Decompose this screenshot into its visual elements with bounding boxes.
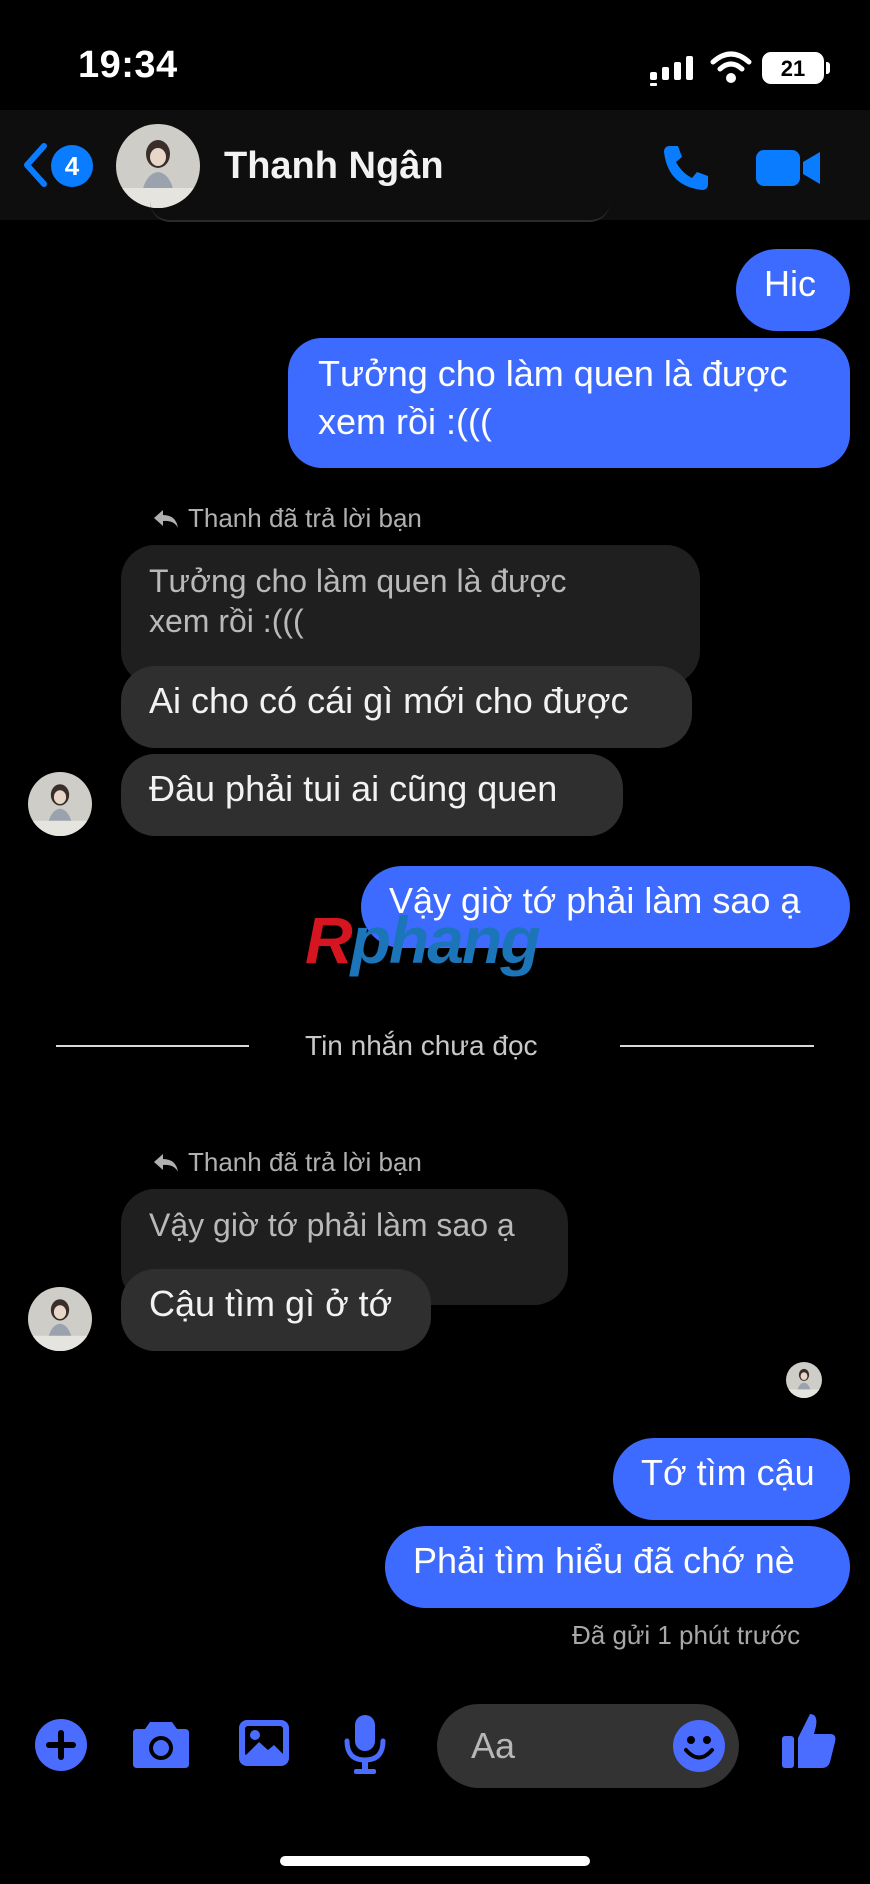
- avatar-photo-icon: [786, 1362, 822, 1398]
- reply-label: Thanh đã trả lời bạn: [152, 503, 422, 534]
- microphone-icon[interactable]: [342, 1713, 388, 1775]
- wifi-icon: [710, 51, 752, 83]
- home-indicator: [280, 1856, 590, 1866]
- message-text: Ai cho có cái gì mới cho được: [149, 680, 629, 721]
- sender-avatar[interactable]: [28, 772, 92, 836]
- camera-icon[interactable]: [132, 1718, 190, 1770]
- sent-status: Đã gửi 1 phút trước: [572, 1620, 801, 1650]
- divider-line-left: [56, 1045, 249, 1047]
- outgoing-message-bubble[interactable]: Phải tìm hiểu đã chớ nè: [385, 1526, 850, 1608]
- message-text: Tưởng cho làm quen là được: [318, 353, 788, 394]
- reply-arrow-icon: [154, 1154, 178, 1172]
- sender-avatar[interactable]: [28, 1287, 92, 1351]
- contact-avatar[interactable]: [116, 124, 200, 208]
- message-text: Cậu tìm gì ở tớ: [149, 1283, 393, 1324]
- image-icon[interactable]: [237, 1718, 291, 1768]
- phone-icon[interactable]: [660, 142, 712, 194]
- plus-icon[interactable]: [34, 1718, 88, 1772]
- message-text: Phải tìm hiểu đã chớ nè: [413, 1540, 795, 1581]
- incoming-message-bubble[interactable]: Ai cho có cái gì mới cho được: [121, 666, 692, 748]
- message-text: Đâu phải tui ai cũng quen: [149, 768, 558, 809]
- quoted-message[interactable]: Tưởng cho làm quen là được xem rồi :(((: [121, 545, 700, 685]
- outgoing-message-bubble[interactable]: Tưởng cho làm quen là được xem rồi :(((: [288, 338, 850, 468]
- video-camera-icon[interactable]: [756, 148, 822, 188]
- avatar-photo-icon: [28, 772, 92, 836]
- watermark-logo: Rphang: [305, 903, 541, 977]
- cellular-signal-icon: [650, 56, 693, 86]
- unread-divider-label: Tin nhắn chưa đọc: [305, 1030, 538, 1061]
- outgoing-message-bubble[interactable]: Hic: [736, 249, 850, 331]
- battery-cap: [826, 62, 830, 74]
- status-time: 19:34: [78, 44, 178, 86]
- scrolled-bubble-edge: [150, 200, 610, 222]
- message-text: Hic: [764, 263, 816, 304]
- reply-arrow-icon: [154, 510, 178, 528]
- outgoing-message-bubble[interactable]: Tớ tìm cậu: [613, 1438, 850, 1520]
- like-thumb-icon[interactable]: [780, 1710, 838, 1770]
- incoming-message-bubble[interactable]: Cậu tìm gì ở tớ: [121, 1269, 431, 1351]
- message-text: Tớ tìm cậu: [641, 1452, 815, 1493]
- avatar-photo-icon: [28, 1287, 92, 1351]
- incoming-message-bubble[interactable]: Đâu phải tui ai cũng quen: [121, 754, 623, 836]
- quoted-text: Vậy giờ tớ phải làm sao ạ: [149, 1207, 515, 1243]
- reply-label: Thanh đã trả lời bạn: [152, 1147, 422, 1178]
- quoted-text: Tưởng cho làm quen là được: [149, 563, 567, 599]
- seen-receipt-avatar: [786, 1362, 822, 1398]
- divider-line-right: [620, 1045, 814, 1047]
- back-chevron-icon[interactable]: [22, 142, 48, 188]
- quoted-text: xem rồi :(((: [149, 603, 304, 639]
- message-text: xem rồi :(((: [318, 401, 492, 442]
- contact-name[interactable]: Thanh Ngân: [224, 145, 444, 188]
- emoji-icon[interactable]: [672, 1719, 726, 1773]
- battery-indicator: 21: [762, 52, 824, 84]
- unread-count-badge[interactable]: 4: [51, 145, 93, 187]
- avatar-photo-icon: [116, 124, 200, 208]
